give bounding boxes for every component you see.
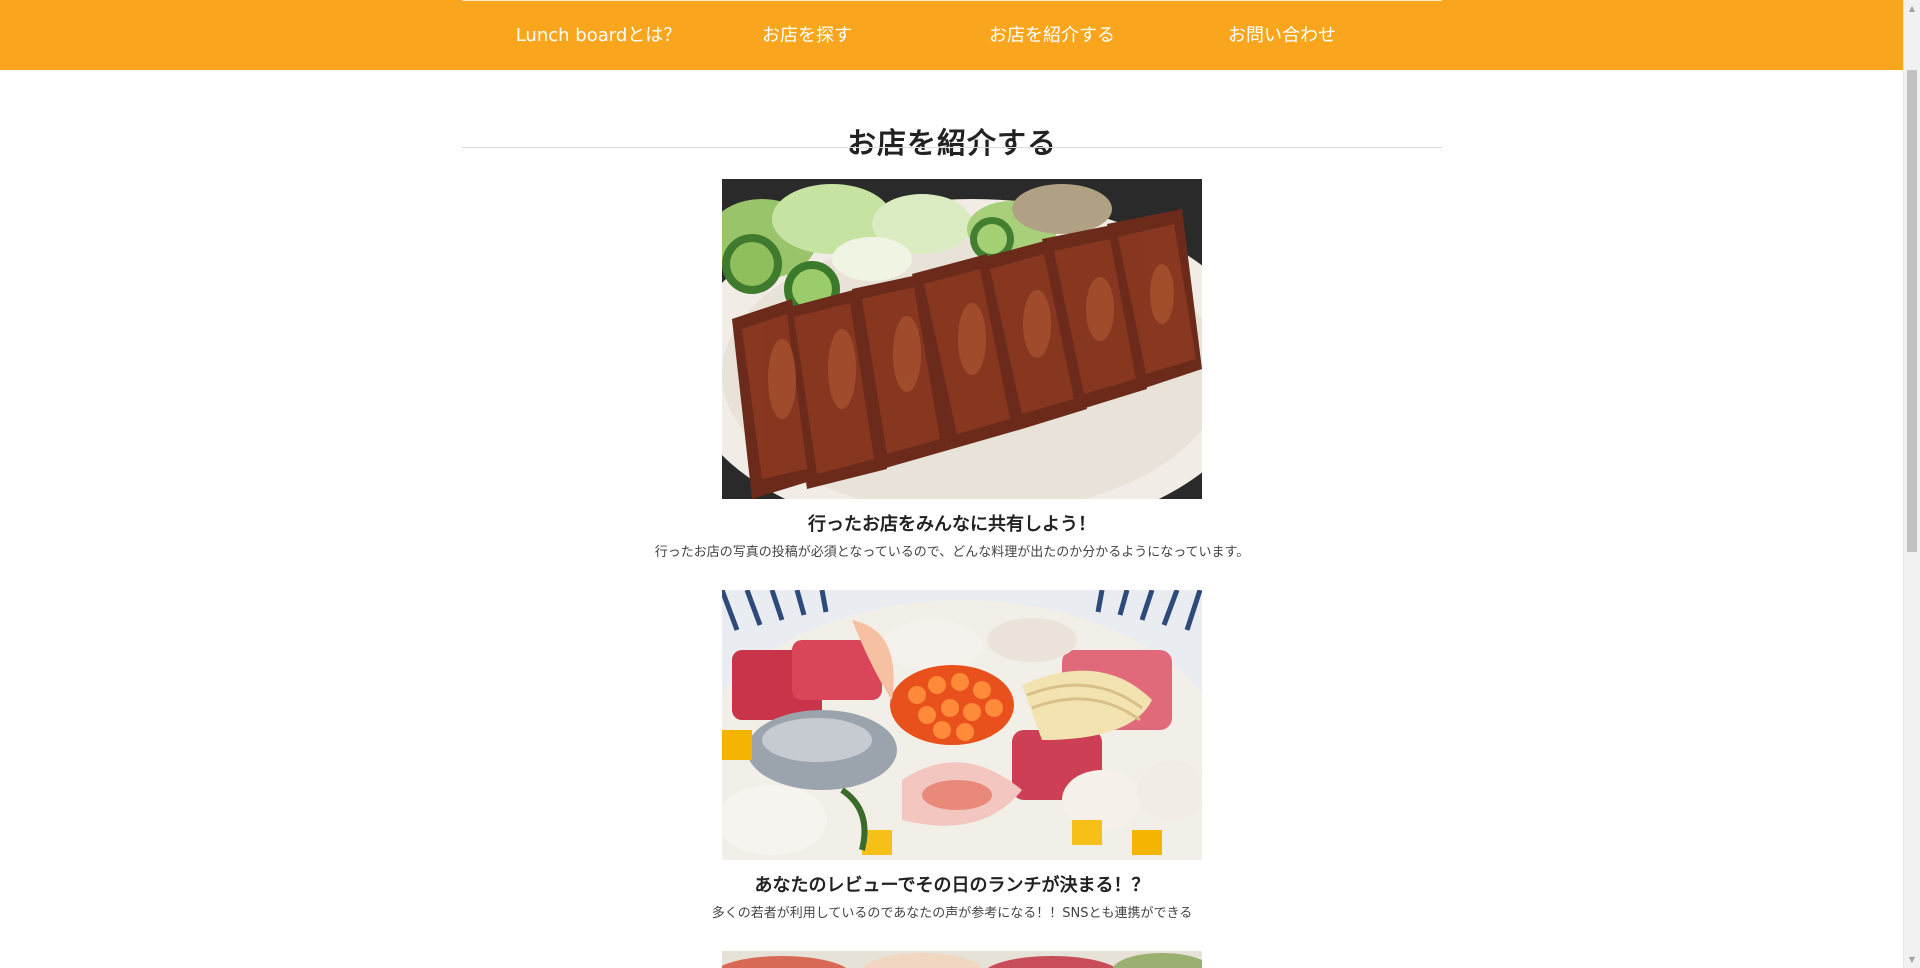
section-title: お店を紹介する: [846, 126, 1057, 161]
nav-item-search-shops[interactable]: お店を探す: [687, 1, 927, 71]
feature-description-share: 行ったお店の写真の投稿が必須となっているので、どんな料理が出たのか分かるようにな…: [654, 545, 1250, 560]
nav-container: Lunch boardとは？ お店を探す お店を紹介する お問い合わせ: [462, 0, 1442, 70]
section-divider: [462, 147, 1442, 148]
page-viewport: Lunch boardとは？ お店を探す お店を紹介する お問い合わせ お店を紹…: [0, 0, 1903, 968]
feature-title-review: あなたのレビューでその日のランチが決まる！？: [754, 875, 1150, 896]
nav-item-contact[interactable]: お問い合わせ: [1152, 1, 1412, 71]
scrollbar-thumb[interactable]: [1907, 70, 1917, 552]
top-navbar: Lunch boardとは？ お店を探す お店を紹介する お問い合わせ: [0, 0, 1903, 70]
seafood-photo-partial: [722, 951, 1202, 968]
vertical-scrollbar[interactable]: ▲ ▼: [1903, 0, 1920, 968]
feature-title-share: 行ったお店をみんなに共有しよう！: [808, 514, 1096, 535]
scroll-down-arrow-icon[interactable]: ▼: [1904, 951, 1920, 968]
kaisendon-seafood-bowl-photo: [722, 590, 1202, 860]
scroll-up-arrow-icon[interactable]: ▲: [1904, 0, 1920, 17]
grilled-beef-tongue-photo: [722, 179, 1202, 499]
feature-description-review: 多くの若者が利用しているのであなたの声が参考になる！！SNSとも連携ができる: [711, 906, 1193, 921]
nav-item-introduce-shop[interactable]: お店を紹介する: [922, 1, 1182, 71]
